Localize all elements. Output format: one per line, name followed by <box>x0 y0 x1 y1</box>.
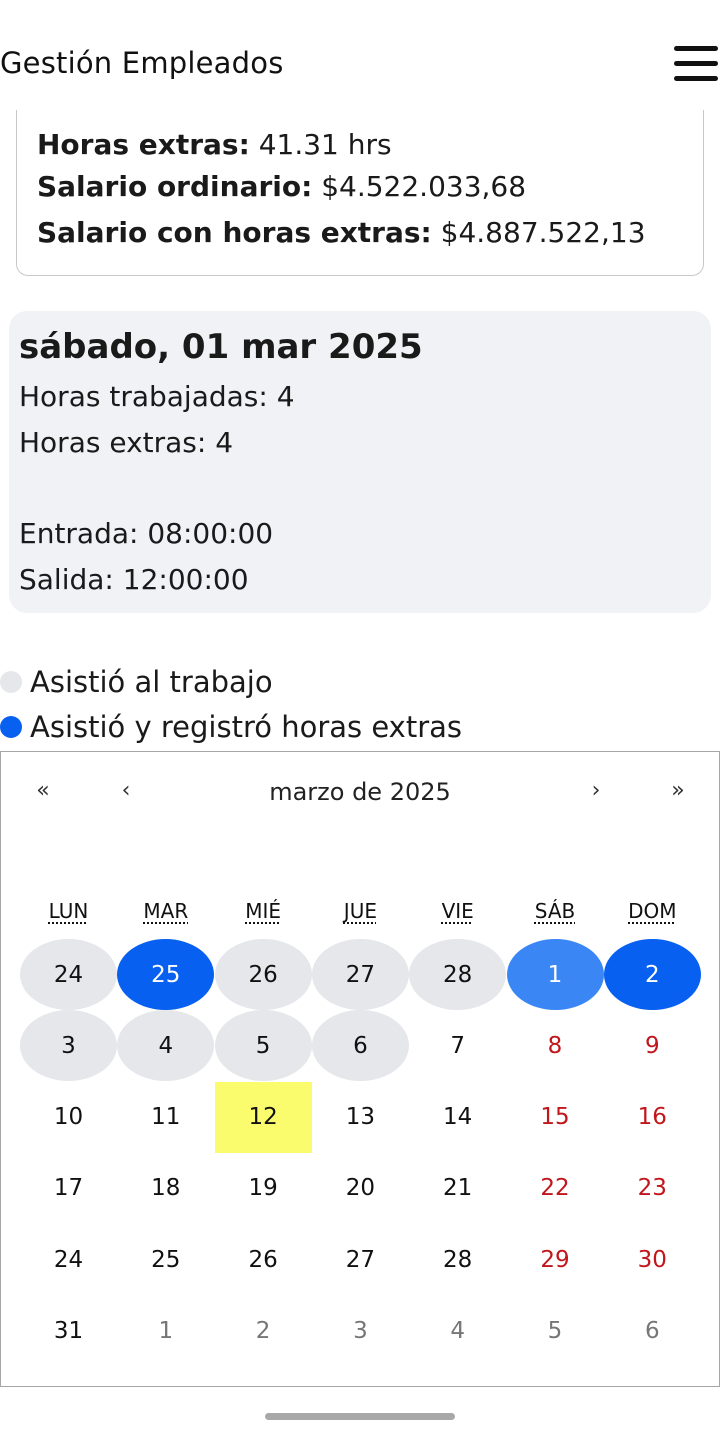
hamburger-menu-icon[interactable] <box>672 44 720 84</box>
calendar-day[interactable]: 28 <box>409 939 507 1010</box>
calendar-day[interactable]: 11 <box>117 1082 214 1153</box>
calendar-day[interactable]: 30 <box>604 1224 701 1295</box>
calendar-day[interactable]: 15 <box>507 1082 604 1153</box>
weekday-header: DOM <box>628 899 677 923</box>
calendar-day[interactable]: 6 <box>604 1296 701 1367</box>
calendar-day[interactable]: 10 <box>20 1082 117 1153</box>
calendar-day[interactable]: 5 <box>214 1010 312 1082</box>
weekday-header: JUE <box>343 899 377 923</box>
legend-attended: Asistió al trabajo <box>0 665 273 699</box>
menu-bar <box>674 76 718 81</box>
legend-dot-attended <box>0 671 22 693</box>
calendar-day[interactable]: 9 <box>604 1010 701 1081</box>
calendar-day[interactable]: 26 <box>215 1224 312 1295</box>
day-detail-title: sábado, 01 mar 2025 <box>19 327 423 367</box>
calendar-day[interactable]: 28 <box>409 1224 506 1295</box>
weekday-header: LUN <box>48 899 89 923</box>
exit-time: Salida: 12:00:00 <box>19 563 249 596</box>
calendar-day[interactable]: 14 <box>409 1082 506 1153</box>
calendar-day[interactable]: 2 <box>215 1296 312 1367</box>
calendar-day[interactable]: 12 <box>214 1081 312 1153</box>
calendar-day[interactable]: 27 <box>311 939 409 1010</box>
calendar-day[interactable]: 21 <box>409 1153 506 1224</box>
weekday-header: MIÉ <box>245 899 281 923</box>
calendar-day[interactable]: 8 <box>507 1010 604 1081</box>
legend-overtime: Asistió y registró horas extras <box>0 710 463 744</box>
calendar-day[interactable]: 2 <box>603 939 701 1010</box>
calendar-day[interactable]: 3 <box>312 1296 409 1367</box>
calendar-day[interactable]: 6 <box>311 1010 409 1082</box>
calendar-day[interactable]: 24 <box>20 1224 117 1295</box>
calendar-day[interactable]: 5 <box>507 1296 604 1367</box>
home-indicator[interactable] <box>265 1413 455 1420</box>
weekday-header: MAR <box>143 899 189 923</box>
calendar-day[interactable]: 13 <box>312 1082 409 1153</box>
menu-bar <box>674 46 718 51</box>
calendar-day[interactable]: 25 <box>117 939 215 1010</box>
calendar-day[interactable]: 18 <box>117 1153 214 1224</box>
total-salary: Salario con horas extras: $4.887.522,13 <box>37 216 646 249</box>
next-month-button[interactable]: › <box>576 778 616 803</box>
calendar-day[interactable]: 27 <box>312 1224 409 1295</box>
ordinary-salary-label: Salario ordinario: <box>37 170 313 203</box>
menu-bar <box>674 61 718 66</box>
salary-summary-card: Horas extras: 41.31 hrs Salario ordinari… <box>16 110 704 276</box>
calendar-day[interactable]: 23 <box>604 1153 701 1224</box>
calendar-day[interactable]: 17 <box>20 1153 117 1224</box>
app-title: Gestión Empleados <box>0 46 284 80</box>
weekday-header: VIE <box>441 899 474 923</box>
legend-label-attended: Asistió al trabajo <box>30 665 273 699</box>
total-salary-value: $4.887.522,13 <box>440 216 646 249</box>
calendar-day[interactable]: 19 <box>215 1153 312 1224</box>
day-overtime: Horas extras: 4 <box>19 426 234 459</box>
weekday-header: SÁB <box>534 899 576 923</box>
overtime-total-value: 41.31 hrs <box>258 128 392 161</box>
calendar-day[interactable]: 16 <box>604 1082 701 1153</box>
calendar-day[interactable]: 25 <box>117 1224 214 1295</box>
calendar-day[interactable]: 3 <box>20 1010 117 1082</box>
calendar-day[interactable]: 20 <box>312 1153 409 1224</box>
entry-time: Entrada: 08:00:00 <box>19 517 274 550</box>
hours-worked: Horas trabajadas: 4 <box>19 380 295 413</box>
total-salary-label: Salario con horas extras: <box>37 216 432 249</box>
overtime-total-label: Horas extras: <box>37 128 250 161</box>
calendar-day[interactable]: 1 <box>506 939 604 1010</box>
calendar-day[interactable]: 4 <box>409 1296 506 1367</box>
calendar-day[interactable]: 24 <box>20 939 117 1010</box>
calendar: « ‹ marzo de 2025 › » LUN MAR MIÉ JUE VIE SÁB… <box>0 751 720 1387</box>
calendar-day[interactable]: 4 <box>117 1010 215 1082</box>
calendar-day[interactable]: 22 <box>507 1153 604 1224</box>
ordinary-salary-value: $4.522.033,68 <box>321 170 527 203</box>
next-year-button[interactable]: » <box>658 778 698 803</box>
calendar-day[interactable]: 7 <box>409 1010 506 1081</box>
calendar-day[interactable]: 26 <box>214 939 312 1010</box>
ordinary-salary: Salario ordinario: $4.522.033,68 <box>37 170 526 203</box>
legend-dot-overtime <box>0 716 22 738</box>
calendar-day[interactable]: 31 <box>20 1296 117 1367</box>
legend-label-overtime: Asistió y registró horas extras <box>30 710 463 744</box>
calendar-day[interactable]: 29 <box>507 1224 604 1295</box>
overtime-total: Horas extras: 41.31 hrs <box>37 128 392 161</box>
day-detail-card: sábado, 01 mar 2025 Horas trabajadas: 4 … <box>9 311 711 613</box>
calendar-day[interactable]: 1 <box>117 1296 214 1367</box>
